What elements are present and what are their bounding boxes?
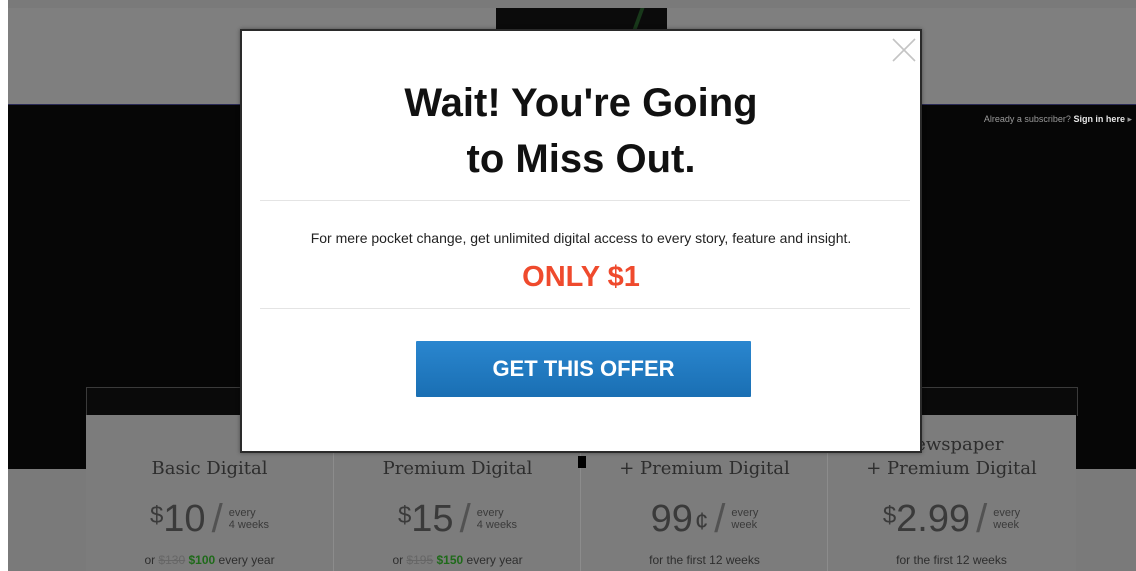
annual-offer: or $130 $100 every year (86, 553, 333, 567)
price-period: every 4 weeks (477, 507, 517, 531)
chevron-right-icon: ▸ (1127, 114, 1132, 124)
period-label: every (228, 507, 256, 519)
price-amount: 15 (411, 498, 454, 540)
annual-prefix: or (392, 553, 407, 567)
price-divider: / (976, 497, 988, 541)
period-label: every (731, 507, 759, 519)
price-period: every week (993, 507, 1020, 531)
plan-price: $ 2.99 / every week (828, 499, 1075, 539)
plan-divider-marker (578, 456, 586, 468)
annual-prefix: or (144, 553, 159, 567)
period-value: week (731, 519, 758, 531)
divider-top (260, 200, 910, 201)
offer-modal: Wait! You're Going to Miss Out. For mere… (240, 29, 922, 453)
plan-title: Premium Digital (382, 458, 533, 479)
price-divider: / (459, 497, 471, 541)
signin-link[interactable]: Sign in here (1073, 114, 1125, 124)
plan-title-line2: + Premium Digital (866, 458, 1037, 479)
intro-offer: for the first 12 weeks (896, 553, 1007, 567)
plan-price: $ 10 / every 4 weeks (86, 499, 333, 539)
price-amount: 10 (163, 498, 206, 540)
price-currency: $ (882, 502, 897, 529)
close-icon[interactable] (891, 37, 917, 63)
headline-line-2: to Miss Out. (466, 137, 696, 181)
price-currency: $ (149, 502, 164, 529)
plan-title: Basic Digital (151, 458, 268, 479)
intro-offer: for the first 12 weeks (649, 553, 760, 567)
subscription-page: Already a subscriber? Sign in here ▸ Bas… (0, 0, 1136, 571)
period-value: 4 weeks (476, 519, 518, 531)
signin-prompt-text: Already a subscriber? (983, 114, 1071, 124)
price-period: every 4 weeks (229, 507, 269, 531)
period-label: every (993, 507, 1021, 519)
offer-price: ONLY $1 (522, 261, 640, 293)
headline-line-1: Wait! You're Going (404, 81, 758, 125)
plan-price: 99 ¢ / every week (581, 499, 828, 539)
modal-headline: Wait! You're Going to Miss Out. (242, 75, 920, 187)
annual-suffix: every year (463, 553, 523, 567)
sale-price: $150 (436, 553, 464, 567)
plan-price: $ 15 / every 4 weeks (334, 499, 581, 539)
annual-offer: or $195 $150 every year (334, 553, 581, 567)
price-period: every week (731, 507, 758, 531)
price-amount: 99 (650, 498, 693, 540)
sale-price: $100 (188, 553, 216, 567)
get-offer-button[interactable]: GET THIS OFFER (416, 341, 751, 397)
price-amount: 2.99 (896, 498, 971, 540)
period-label: every (476, 507, 504, 519)
price-currency: $ (397, 502, 412, 529)
signin-prompt: Already a subscriber? Sign in here ▸ (984, 114, 1132, 125)
page-margin (0, 0, 8, 571)
divider-bottom (260, 308, 910, 309)
original-price: $195 (406, 553, 434, 567)
offer-tagline: For mere pocket change, get unlimited di… (310, 230, 852, 246)
price-divider: / (211, 497, 223, 541)
period-value: 4 weeks (228, 519, 270, 531)
period-value: week (993, 519, 1019, 531)
price-cents: ¢ (694, 508, 709, 535)
annual-suffix: every year (215, 553, 275, 567)
price-divider: / (714, 497, 726, 541)
plan-title: + Premium Digital (619, 458, 790, 479)
original-price: $130 (158, 553, 186, 567)
